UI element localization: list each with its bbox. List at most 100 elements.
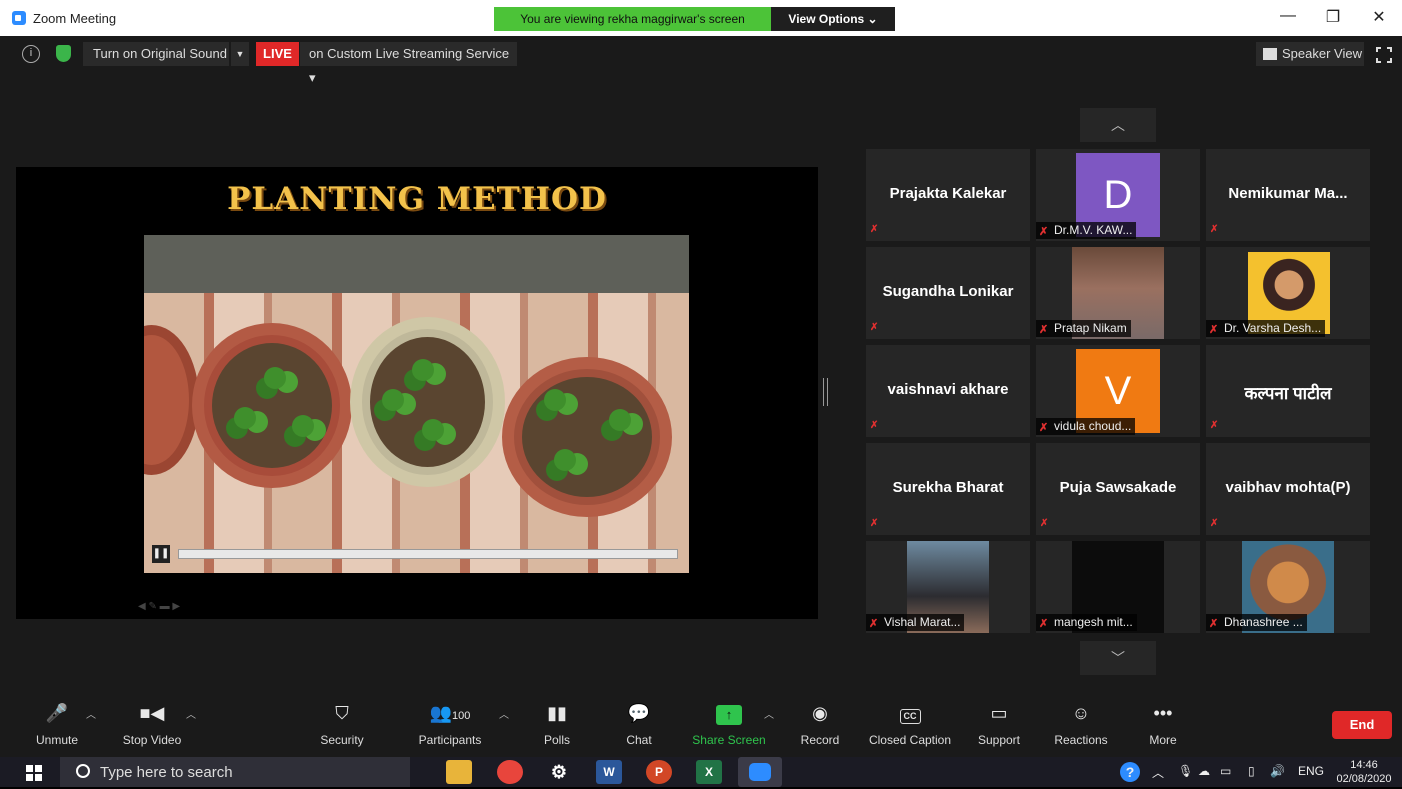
audio-options-caret-icon[interactable]: ︿ (86, 706, 96, 721)
muted-mic-icon: ✗ (870, 224, 879, 235)
polls-button[interactable]: ▮▮ Polls (538, 702, 576, 747)
muted-mic-icon: ✗ (870, 518, 879, 529)
file-explorer-icon[interactable] (446, 760, 472, 784)
chrome-icon[interactable] (497, 760, 523, 784)
chat-bubble-icon: 💬 (627, 703, 651, 723)
language-indicator[interactable]: ENG (1298, 764, 1324, 778)
participant-caption: ✗ Dr.M.V. KAW... (1036, 222, 1137, 239)
participant-tile[interactable]: vaishnavi akhare ✗ (866, 345, 1030, 437)
pause-icon[interactable]: ❚❚ (152, 545, 170, 563)
share-options-caret-icon[interactable]: ︿ (764, 706, 774, 721)
slide-photo-plant-pots: ❚❚ (144, 235, 689, 573)
record-button[interactable]: ◉ Record (798, 702, 842, 747)
participant-tile[interactable]: Surekha Bharat ✗ (866, 443, 1030, 535)
microphone-tray-icon[interactable]: 🎙 (1178, 764, 1193, 778)
more-button[interactable]: ••• More (1144, 702, 1182, 747)
participant-tile[interactable]: कल्पना पाटील ✗ (1206, 345, 1370, 437)
volume-tray-icon[interactable]: 🔊 (1270, 764, 1285, 778)
live-badge: LIVE (256, 42, 299, 66)
participant-tile[interactable]: ✗ Dr. Varsha Desh... (1206, 247, 1370, 339)
participant-tile[interactable]: Prajakta Kalekar ✗ (866, 149, 1030, 241)
participant-tile[interactable]: ✗ mangesh mit... (1036, 541, 1200, 633)
participants-label: Participants (418, 733, 482, 747)
taskbar-search-box[interactable]: Type here to search (60, 757, 410, 787)
tray-overflow-icon[interactable]: ︿ (1152, 764, 1164, 781)
record-icon: ◉ (812, 703, 828, 723)
reactions-label: Reactions (1054, 733, 1108, 747)
participant-tile[interactable]: V ✗ vidula choud... (1036, 345, 1200, 437)
network-tray-icon[interactable]: ▯ (1248, 764, 1255, 778)
participant-name: Dr. Varsha Desh... (1224, 321, 1322, 335)
participant-name: vaishnavi akhare (887, 381, 1009, 398)
participant-tile[interactable]: Puja Sawsakade ✗ (1036, 443, 1200, 535)
unmute-button[interactable]: 🎤 Unmute (32, 702, 82, 747)
search-icon (76, 764, 90, 778)
speaker-view-button[interactable]: Speaker View (1256, 42, 1364, 66)
encryption-shield-icon[interactable] (56, 45, 71, 62)
clock-time: 14:46 (1350, 759, 1378, 771)
participants-caret-icon[interactable]: ︿ (499, 706, 509, 721)
security-button[interactable]: ⛉ Security (315, 702, 369, 747)
restore-button[interactable]: ❐ (1318, 7, 1348, 27)
meeting-info-icon[interactable]: i (22, 45, 40, 63)
muted-mic-icon: ✗ (1040, 518, 1049, 529)
video-progress-track[interactable] (178, 549, 678, 559)
minimize-button[interactable]: — (1273, 7, 1303, 25)
more-label: More (1149, 733, 1177, 747)
word-icon[interactable]: W (596, 760, 622, 784)
participant-tile[interactable]: ✗ Vishal Marat... (866, 541, 1030, 633)
participant-caption: ✗ vidula choud... (1036, 418, 1136, 435)
closed-caption-button[interactable]: CC Closed Caption (866, 702, 954, 747)
weather-tray-icon[interactable]: ☁ (1198, 764, 1210, 778)
gallery-scroll-up-button[interactable]: ︿ (1080, 108, 1156, 142)
participant-tile[interactable]: ✗ Pratap Nikam (1036, 247, 1200, 339)
participants-count: 100 (452, 710, 471, 722)
powerpoint-icon[interactable]: P (646, 760, 672, 784)
fullscreen-icon[interactable] (1376, 47, 1392, 63)
participant-name: vaibhav mohta(P) (1225, 479, 1351, 496)
meeting-toolbar: 🎤 Unmute ︿ ■◀ Stop Video ︿ ⛉ Security 👥1… (0, 696, 1402, 757)
muted-mic-icon: ✗ (1039, 618, 1049, 630)
settings-gear-icon[interactable]: ⚙ (546, 760, 572, 784)
participant-tile[interactable]: D ✗ Dr.M.V. KAW... (1036, 149, 1200, 241)
muted-mic-icon: ✗ (870, 322, 879, 333)
taskbar-clock[interactable]: 14:46 02/08/2020 (1334, 758, 1394, 786)
participant-name: mangesh mit... (1054, 615, 1133, 629)
share-screen-button[interactable]: ↑ Share Screen (690, 702, 768, 747)
gallery-scroll-down-button[interactable]: ﹀ (1080, 641, 1156, 675)
windows-start-icon[interactable] (26, 765, 42, 781)
video-scrub-bar[interactable]: ❚❚ (148, 543, 684, 565)
participant-caption: ✗ mangesh mit... (1036, 614, 1137, 631)
original-sound-button[interactable]: Turn on Original Sound (83, 42, 229, 66)
help-icon[interactable]: ? (1120, 762, 1140, 782)
chat-button[interactable]: 💬 Chat (620, 702, 658, 747)
zoom-app-icon (12, 11, 26, 25)
participant-tile[interactable]: vaibhav mohta(P) ✗ (1206, 443, 1370, 535)
participant-name: Pratap Nikam (1054, 321, 1127, 335)
participant-tile[interactable]: Nemikumar Ma... ✗ (1206, 149, 1370, 241)
participants-button[interactable]: 👥100 Participants (414, 702, 486, 747)
stop-video-button[interactable]: ■◀ Stop Video (118, 702, 186, 747)
participant-tile[interactable]: ✗ Dhanashree ... (1206, 541, 1370, 633)
end-meeting-button[interactable]: End (1332, 711, 1392, 739)
support-button[interactable]: ▭ Support (974, 702, 1024, 747)
original-sound-dropdown-icon[interactable]: ▼ (231, 42, 249, 66)
zoom-taskbar-item[interactable] (738, 757, 782, 787)
reactions-button[interactable]: ☺ Reactions (1052, 702, 1110, 747)
split-divider-handle[interactable] (823, 378, 828, 406)
polls-label: Polls (543, 733, 570, 747)
muted-mic-icon: ✗ (869, 618, 879, 630)
smiley-plus-icon: ☺ (1071, 703, 1091, 723)
battery-tray-icon[interactable]: ▭ (1220, 764, 1231, 778)
close-button[interactable]: ✕ (1364, 7, 1394, 27)
view-options-button[interactable]: View Options ⌄ (771, 7, 895, 31)
annotation-tools[interactable]: ◀ ✎ ▬ ▶ (138, 601, 180, 612)
excel-icon[interactable]: X (696, 760, 722, 784)
viewing-screen-banner: You are viewing rekha maggirwar's screen (494, 7, 771, 31)
muted-mic-icon: ✗ (1039, 422, 1049, 434)
participant-name: Vishal Marat... (884, 615, 961, 629)
video-options-caret-icon[interactable]: ︿ (186, 706, 196, 721)
participant-caption: ✗ Pratap Nikam (1036, 320, 1131, 337)
participant-tile[interactable]: Sugandha Lonikar ✗ (866, 247, 1030, 339)
live-streaming-service-dropdown[interactable]: on Custom Live Streaming Service ▾ (300, 42, 517, 85)
